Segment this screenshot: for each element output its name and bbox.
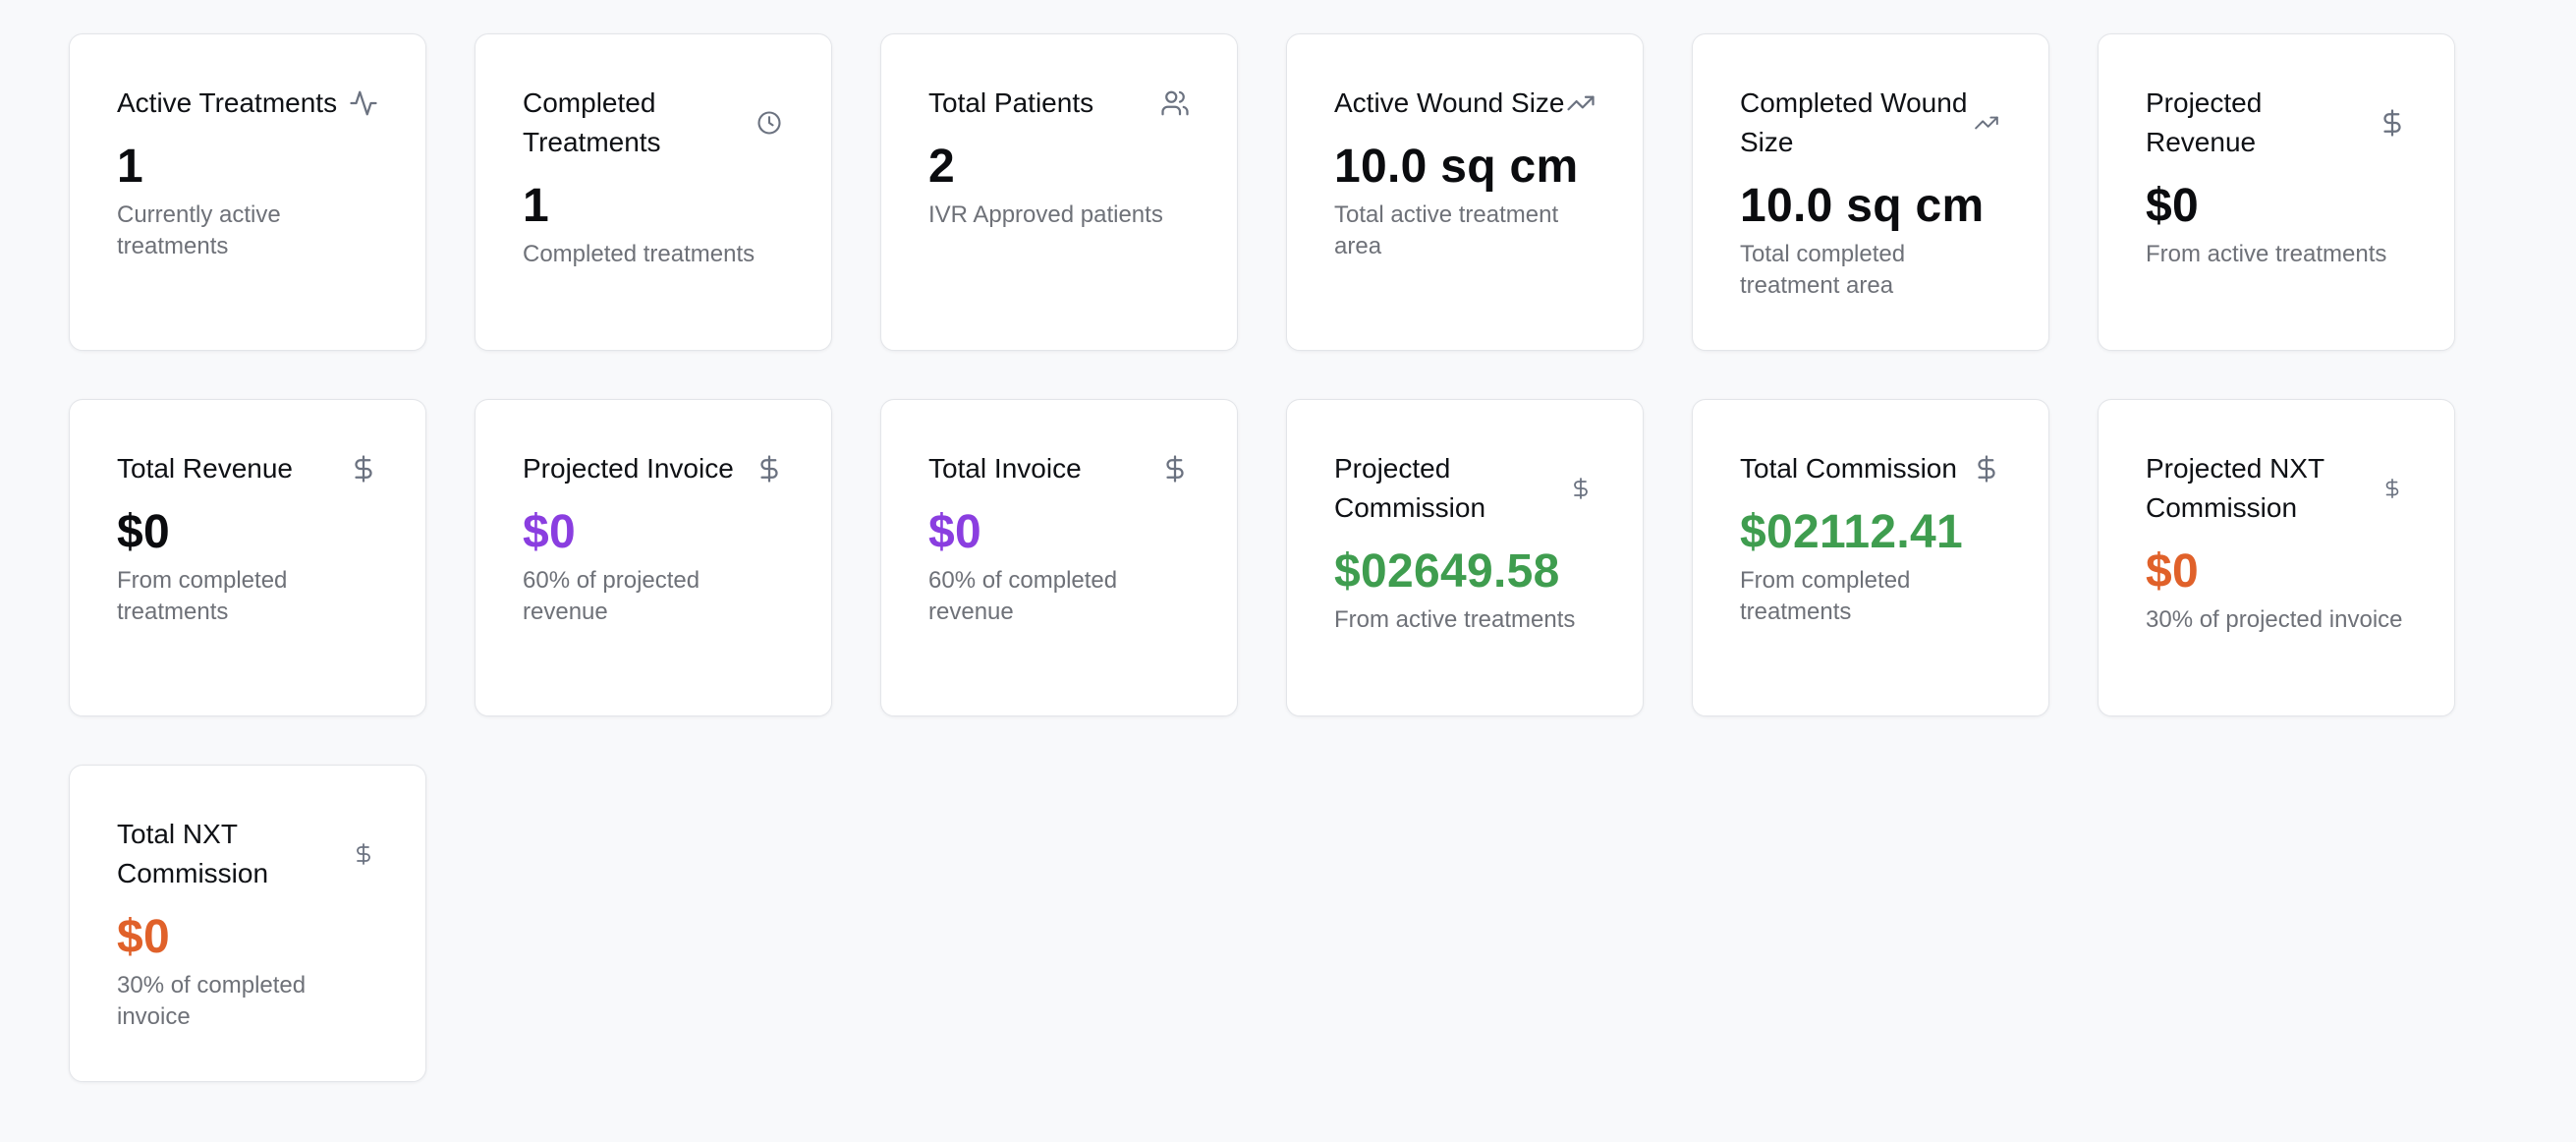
card-value: 10.0 sq cm <box>1740 180 1985 232</box>
dollar-icon <box>349 839 378 869</box>
card-value: 10.0 sq cm <box>1334 141 1579 193</box>
card-value: $0 <box>117 911 170 963</box>
card-title: Active Treatments <box>117 87 338 118</box>
card-subtitle: Completed treatments <box>523 241 756 267</box>
card-subtitle: Total active treatment area <box>1334 201 1559 259</box>
card-title: Total Invoice <box>928 453 1082 484</box>
stat-card-total-commission: Total Commission $02112.41 From complete… <box>1692 399 2049 716</box>
card-subtitle: From active treatments <box>1334 606 1576 633</box>
dollar-icon <box>2378 108 2407 138</box>
stat-card-total-invoice: Total Invoice $0 60% of completed revenu… <box>880 399 1238 716</box>
dollar-icon <box>1566 474 1596 503</box>
card-title: Total Revenue <box>117 453 294 484</box>
card-subtitle: IVR Approved patients <box>928 201 1163 228</box>
stat-card-active-wound-size: Active Wound Size 10.0 sq cm Total activ… <box>1286 33 1644 351</box>
card-value: 2 <box>928 141 955 193</box>
stat-card-projected-invoice: Projected Invoice $0 60% of projected re… <box>475 399 832 716</box>
stat-card-total-patients: Total Patients 2 IVR Approved patients <box>880 33 1238 351</box>
trending-up-icon <box>1566 88 1596 118</box>
dollar-icon <box>349 454 378 484</box>
card-value: 1 <box>117 141 143 193</box>
dollar-icon <box>1160 454 1190 484</box>
stats-grid: Active Treatments 1 Currently active tre… <box>69 33 2455 1082</box>
card-value: 1 <box>523 180 549 232</box>
dollar-icon <box>1972 454 2001 484</box>
card-subtitle: From completed treatments <box>1740 567 1911 625</box>
card-title: Projected Revenue <box>2146 87 2263 157</box>
stat-card-completed-treatments: Completed Treatments 1 Completed treatme… <box>475 33 832 351</box>
card-title: Total Patients <box>928 87 1094 118</box>
users-icon <box>1160 88 1190 118</box>
card-title: Total NXT Commission <box>117 819 269 888</box>
card-subtitle: 60% of completed revenue <box>928 567 1118 625</box>
card-subtitle: 30% of projected invoice <box>2146 606 2403 633</box>
card-subtitle: From active treatments <box>2146 241 2387 267</box>
stat-card-projected-revenue: Projected Revenue $0 From active treatme… <box>2098 33 2455 351</box>
stat-card-completed-wound-size: Completed Wound Size 10.0 sq cm Total co… <box>1692 33 2049 351</box>
card-subtitle: Currently active treatments <box>117 201 281 259</box>
stat-card-projected-nxt-commission: Projected NXT Commission $0 30% of proje… <box>2098 399 2455 716</box>
card-subtitle: Total completed treatment area <box>1740 241 1906 299</box>
card-value: $02112.41 <box>1740 506 1963 558</box>
dollar-icon <box>755 454 784 484</box>
stat-card-active-treatments: Active Treatments 1 Currently active tre… <box>69 33 426 351</box>
card-title: Completed Wound Size <box>1740 87 1968 157</box>
card-value: $02649.58 <box>1334 545 1560 598</box>
clock-icon <box>755 108 784 138</box>
card-value: $0 <box>928 506 981 558</box>
card-title: Projected Invoice <box>523 453 734 484</box>
card-subtitle: From completed treatments <box>117 567 288 625</box>
dollar-icon <box>2378 474 2407 503</box>
card-value: $0 <box>2146 545 2199 598</box>
card-value: $0 <box>2146 180 2199 232</box>
card-value: $0 <box>523 506 576 558</box>
stat-card-projected-commission: Projected Commission $02649.58 From acti… <box>1286 399 1644 716</box>
activity-icon <box>349 88 378 118</box>
trending-up-icon <box>1972 108 2001 138</box>
stat-card-total-revenue: Total Revenue $0 From completed treatmen… <box>69 399 426 716</box>
stat-card-total-nxt-commission: Total NXT Commission $0 30% of completed… <box>69 765 426 1082</box>
card-title: Total Commission <box>1740 453 1957 484</box>
card-title: Active Wound Size <box>1334 87 1565 118</box>
card-value: $0 <box>117 506 170 558</box>
card-title: Projected NXT Commission <box>2146 453 2324 523</box>
card-title: Completed Treatments <box>523 87 661 157</box>
card-subtitle: 60% of projected revenue <box>523 567 700 625</box>
card-title: Projected Commission <box>1334 453 1486 523</box>
card-subtitle: 30% of completed invoice <box>117 972 307 1030</box>
